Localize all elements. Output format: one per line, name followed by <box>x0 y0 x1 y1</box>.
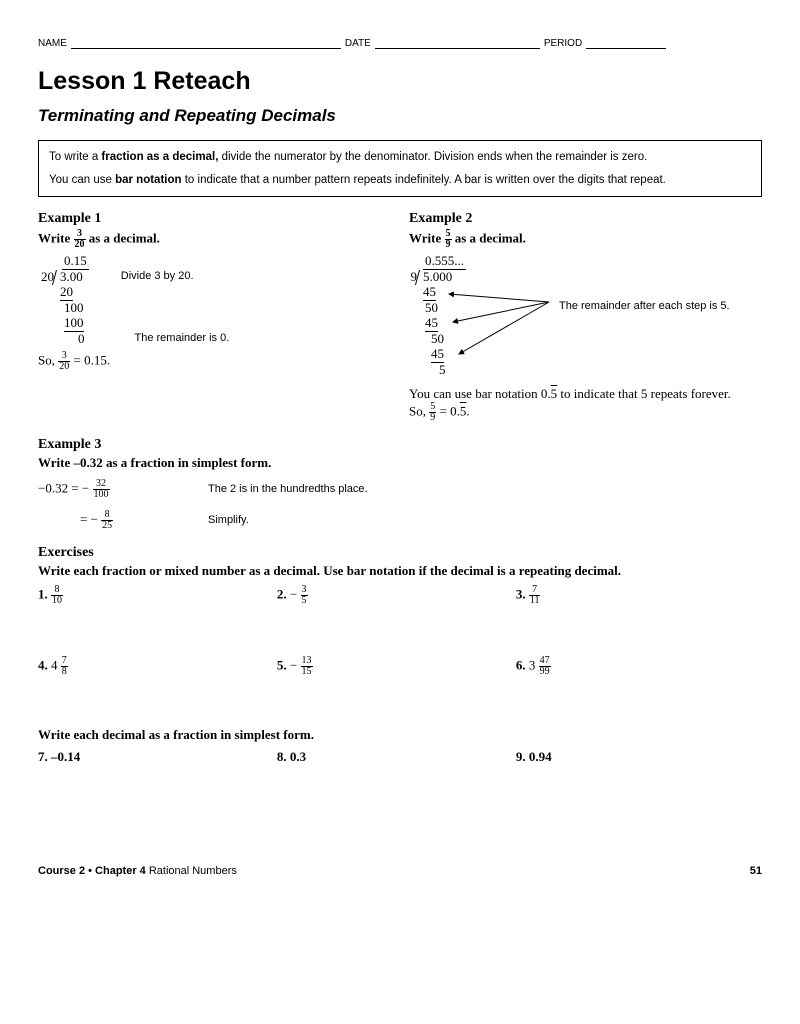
box-text: divide the numerator by the denominator.… <box>218 151 647 163</box>
example-3-line-1: −0.32 = − 32100 The 2 is in the hundredt… <box>38 479 762 500</box>
example-prompt: Write 59 as a decimal. <box>409 229 762 250</box>
example-prompt: Write –0.32 as a fraction in simplest fo… <box>38 455 762 471</box>
work-step: 100 <box>64 300 84 315</box>
example-1: Example 1 Write 320 as a decimal. 0.15 2… <box>38 211 391 423</box>
footer-chapter: Course 2 • Chapter 4 <box>38 865 149 877</box>
exercises-prompt: Write each decimal as a fraction in simp… <box>38 727 762 743</box>
quotient: 0.555... <box>423 254 466 270</box>
work-note: The remainder after each step is 5. <box>559 300 730 313</box>
name-blank <box>71 38 341 49</box>
box-bold: fraction as a decimal, <box>101 151 218 163</box>
box-text: You can use <box>49 174 115 186</box>
period-label: PERIOD <box>544 38 582 49</box>
work-step: 45 <box>425 316 438 332</box>
dividend: 3.00 <box>60 269 83 284</box>
period-blank <box>586 38 666 49</box>
arrow-diagram <box>439 282 699 382</box>
example-prompt: Write 320 as a decimal. <box>38 229 391 250</box>
lesson-subtitle: Terminating and Repeating Decimals <box>38 106 762 126</box>
exercise-item: 9. 0.94 <box>516 749 755 765</box>
work-note: The 2 is in the hundredths place. <box>208 483 368 495</box>
work-step: 50 <box>425 300 438 315</box>
exercise-grid: 1. 810 2. − 35 3. 711 4. 4 78 5. − 1315 … <box>38 585 762 727</box>
work-step: 45 <box>423 285 436 301</box>
page-number: 51 <box>750 865 762 877</box>
box-text: to indicate that a number pattern repeat… <box>182 174 666 186</box>
example-title: Example 2 <box>409 211 762 227</box>
exercise-item: 6. 3 4799 <box>516 656 755 677</box>
bar-notation-line: You can use bar notation 0.5 to indicate… <box>409 386 762 402</box>
long-division: 0.15 20 3.00 Divide 3 by 20. 20 100 100 … <box>38 254 391 347</box>
footer-topic: Rational Numbers <box>149 865 237 877</box>
lesson-title: Lesson 1 Reteach <box>38 67 762 96</box>
work-step: 100 <box>64 316 84 332</box>
exercise-item: 4. 4 78 <box>38 656 277 677</box>
exercise-item: 7. –0.14 <box>38 749 277 765</box>
exercise-grid: 7. –0.14 8. 0.3 9. 0.94 <box>38 749 762 785</box>
exercise-item: 5. − 1315 <box>277 656 516 677</box>
example-conclusion: So, 320 = 0.15. <box>38 351 391 372</box>
example-title: Example 3 <box>38 437 762 453</box>
work-note: Divide 3 by 20. <box>121 270 194 283</box>
name-label: NAME <box>38 38 67 49</box>
work-step: 0 <box>78 332 85 347</box>
exercise-item: 3. 711 <box>516 585 755 606</box>
exercise-item: 1. 810 <box>38 585 277 606</box>
example-title: Example 1 <box>38 211 391 227</box>
box-bold: bar notation <box>115 174 181 186</box>
exercise-item: 8. 0.3 <box>277 749 516 765</box>
example-2: Example 2 Write 59 as a decimal. 0.555..… <box>409 211 762 423</box>
work-note: The remainder is 0. <box>135 332 230 347</box>
worksheet-header: NAME DATE PERIOD <box>38 38 762 49</box>
date-blank <box>375 38 540 49</box>
page-footer: Course 2 • Chapter 4 Rational Numbers 51 <box>38 865 762 877</box>
exercise-item: 2. − 35 <box>277 585 516 606</box>
work-note: Simplify. <box>208 514 249 526</box>
quotient: 0.15 <box>62 254 89 270</box>
box-text: To write a <box>49 151 101 163</box>
concept-box: To write a fraction as a decimal, divide… <box>38 140 762 197</box>
exercises-prompt: Write each fraction or mixed number as a… <box>38 563 762 579</box>
long-division: 0.555... 9 5.000 45 50 45 50 45 5 The re… <box>409 254 762 378</box>
date-label: DATE <box>345 38 371 49</box>
exercises-title: Exercises <box>38 545 762 561</box>
work-step: 20 <box>60 285 73 301</box>
example-3-line-2: = − 825 Simplify. <box>38 510 762 531</box>
example-conclusion: So, 59 = 0.5. <box>409 402 762 423</box>
